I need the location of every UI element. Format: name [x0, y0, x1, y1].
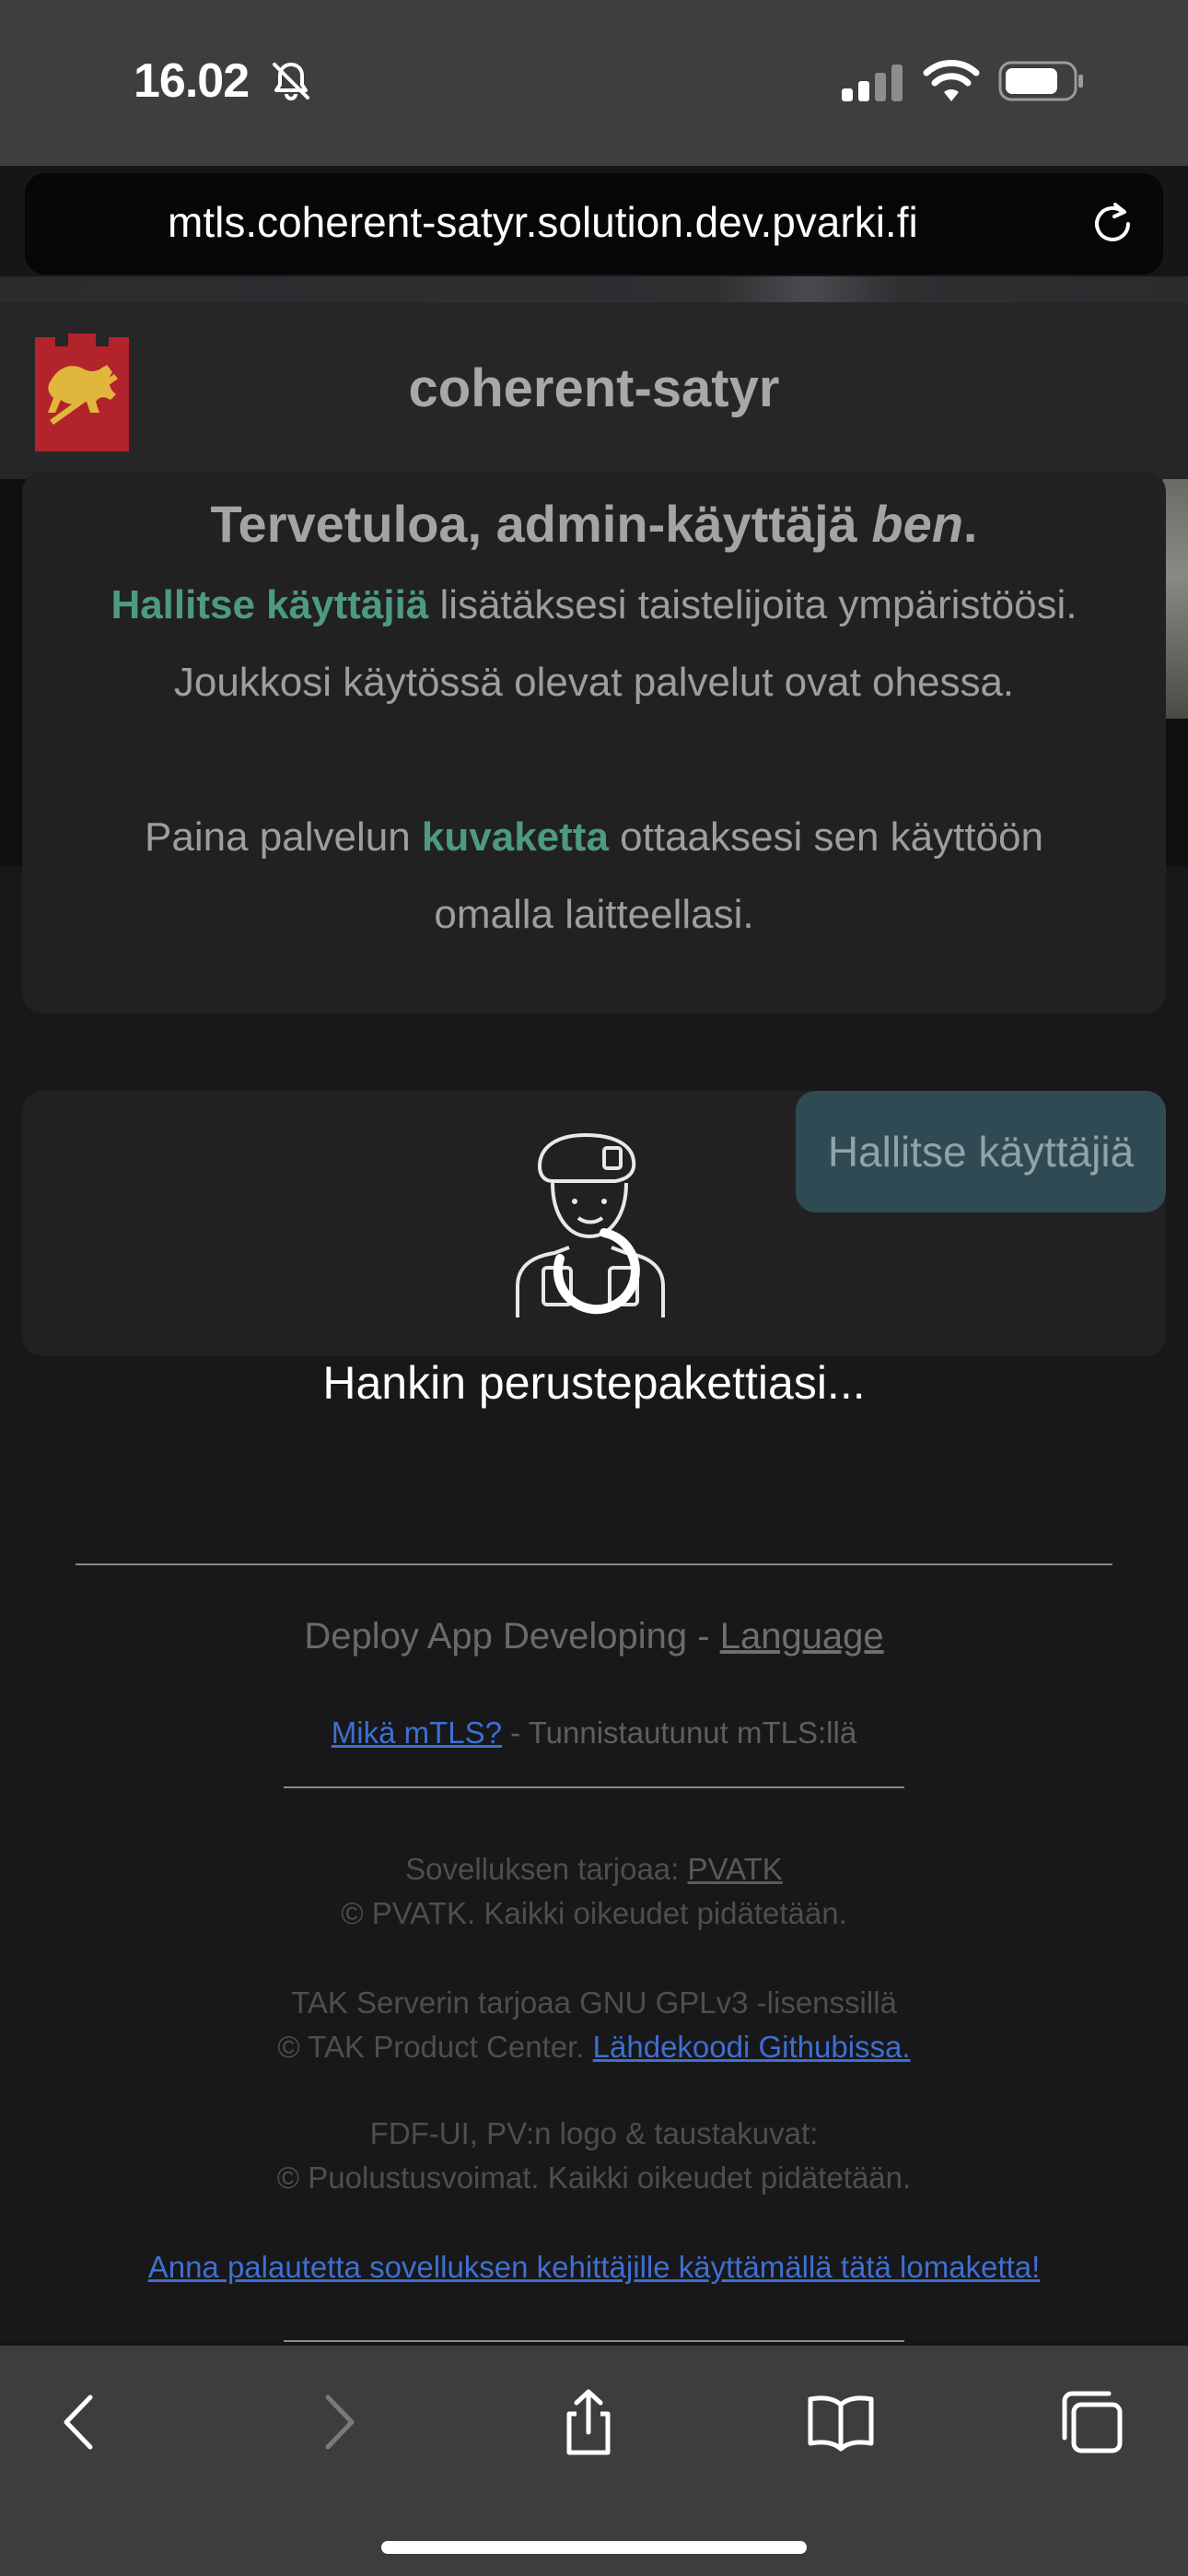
welcome-line-4: omalla laitteellasi.: [434, 892, 754, 937]
admin-username: ben: [871, 495, 963, 553]
provider-copyright: © PVATK. Kaikki oikeudet pidätetään.: [341, 1896, 847, 1930]
welcome-line-3-suffix: ottaaksesi sen käyttöön: [608, 814, 1043, 860]
home-indicator[interactable]: [381, 2541, 807, 2554]
loading-text: Hankin perustepakettiasi...: [322, 1357, 866, 1409]
tabs-icon[interactable]: [1057, 2388, 1125, 2456]
welcome-heading-prefix: Tervetuloa, admin-käyttäjä: [210, 495, 872, 553]
welcome-line-1-text: lisätäksesi taistelijoita ympäristöösi.: [428, 582, 1077, 627]
url-text[interactable]: mtls.coherent-satyr.solution.dev.pvarki.…: [168, 197, 918, 247]
welcome-line-3: Paina palvelun kuvaketta ottaaksesi sen …: [22, 814, 1166, 861]
footer-divider-top: [76, 1563, 1112, 1565]
back-icon[interactable]: [46, 2388, 114, 2456]
wifi-icon: [923, 60, 980, 101]
deploy-app-line: Deploy App Developing - Language: [0, 1616, 1188, 1657]
tak-copyright-text: © TAK Product Center.: [277, 2030, 593, 2064]
welcome-line-3-prefix: Paina palvelun: [145, 814, 422, 860]
provider-line: Sovelluksen tarjoaa: PVATK: [0, 1852, 1188, 1887]
provider-text: Sovelluksen tarjoaa:: [405, 1852, 688, 1886]
icon-hint-link: kuvaketta: [421, 814, 609, 860]
welcome-line-1: Hallitse käyttäjiä lisätäksesi taistelij…: [22, 582, 1166, 628]
bookmarks-icon[interactable]: [807, 2388, 875, 2456]
manage-users-button[interactable]: Hallitse käyttäjiä: [796, 1091, 1166, 1212]
loading-spinner-icon: [553, 1228, 640, 1315]
address-bar[interactable]: mtls.coherent-satyr.solution.dev.pvarki.…: [25, 173, 1163, 275]
mtls-link[interactable]: Mikä mTLS?: [332, 1715, 502, 1750]
language-link[interactable]: Language: [720, 1616, 884, 1657]
bell-slash-icon: [273, 63, 309, 100]
tak-license-line: TAK Serverin tarjoaa GNU GPLv3 -lisenssi…: [291, 1985, 897, 2020]
fdf-copyright-line: © Puolustusvoimat. Kaikki oikeudet pidät…: [276, 2160, 912, 2195]
github-source-link[interactable]: Lähdekoodi Githubissa.: [593, 2030, 911, 2064]
pvatk-link[interactable]: PVATK: [688, 1852, 783, 1886]
share-icon[interactable]: [554, 2388, 623, 2456]
site-title: coherent-satyr: [408, 358, 780, 418]
welcome-line-2: Joukkosi käytössä olevat palvelut ovat o…: [173, 660, 1015, 705]
reload-icon[interactable]: [1088, 199, 1137, 249]
welcome-heading-suffix: .: [962, 495, 978, 553]
mtls-line: Mikä mTLS? - Tunnistautunut mTLS:llä: [0, 1715, 1188, 1751]
footer-divider-middle: [284, 1786, 904, 1788]
status-time: 16.02: [134, 54, 250, 108]
welcome-heading: Tervetuloa, admin-käyttäjä ben.: [22, 494, 1166, 554]
feedback-line: Anna palautetta sovelluksen kehittäjille…: [0, 2250, 1188, 2285]
footer-divider-bottom: [284, 2340, 904, 2342]
welcome-card: Tervetuloa, admin-käyttäjä ben. Hallitse…: [22, 472, 1166, 1013]
tak-copyright-line: © TAK Product Center. Lähdekoodi Githubi…: [0, 2030, 1188, 2065]
mtls-status-text: - Tunnistautunut mTLS:llä: [502, 1715, 857, 1750]
header-divider: [0, 276, 1188, 304]
battery-icon: [998, 61, 1083, 101]
deploy-app-text: Deploy App Developing -: [304, 1616, 720, 1657]
feedback-link[interactable]: Anna palautetta sovelluksen kehittäjille…: [148, 2250, 1041, 2284]
signal-icon: [842, 64, 903, 101]
forward-icon[interactable]: [304, 2388, 372, 2456]
manage-users-link[interactable]: Hallitse käyttäjiä: [111, 582, 428, 627]
status-bar: 16.02: [0, 0, 1188, 166]
background-image-edge: [1162, 479, 1188, 719]
fdf-credit-line: FDF-UI, PV:n logo & taustakuvat:: [369, 2116, 819, 2150]
